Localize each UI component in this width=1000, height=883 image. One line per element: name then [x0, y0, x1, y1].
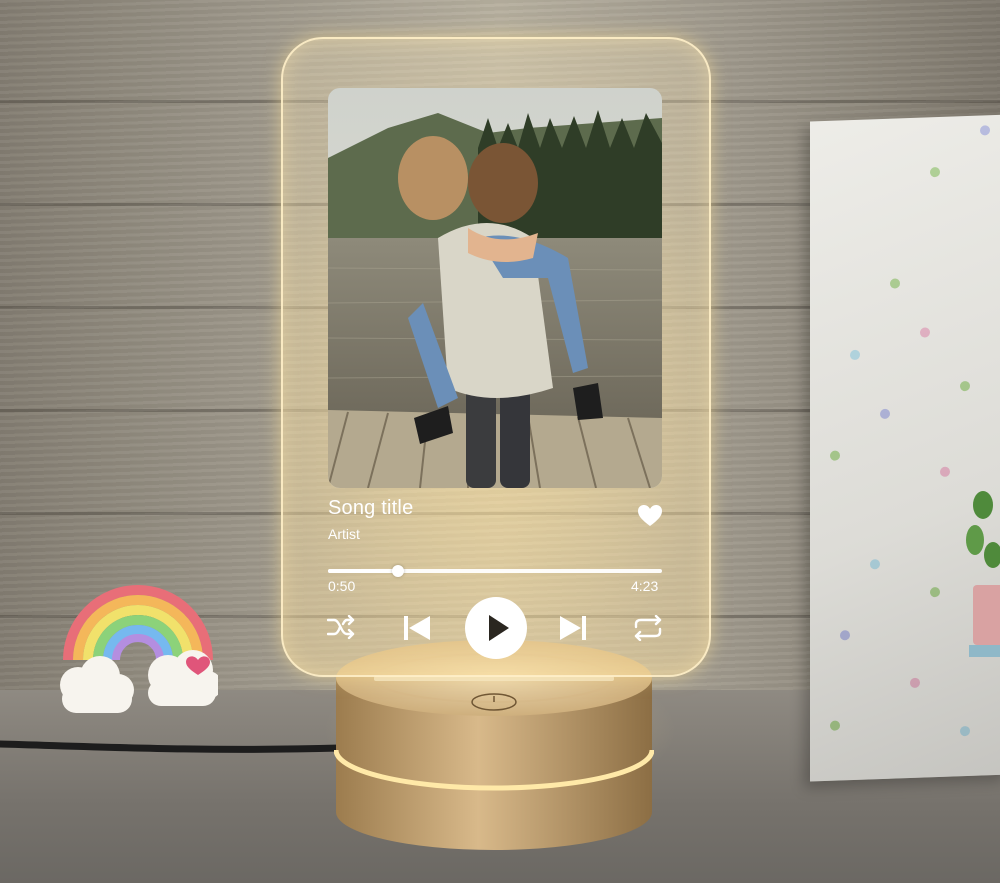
skip-next-icon[interactable] [559, 614, 587, 642]
shuffle-icon[interactable] [327, 615, 355, 639]
album-cover-photo [328, 88, 662, 488]
rainbow-cloud-toy [60, 585, 218, 713]
current-time: 0:50 [328, 578, 356, 594]
total-time: 4:23 [631, 578, 659, 594]
progress-fill [328, 569, 399, 573]
repeat-icon[interactable] [633, 615, 663, 641]
skip-previous-icon[interactable] [403, 614, 431, 642]
progress-bar[interactable] [328, 565, 662, 577]
song-title: Song title [328, 497, 414, 519]
polka-dot-card [810, 114, 1000, 782]
power-cable [0, 740, 340, 753]
play-button[interactable] [464, 596, 528, 660]
artist-name: Artist [328, 526, 360, 542]
heart-icon[interactable] [637, 504, 663, 528]
potted-plant [966, 491, 1000, 657]
